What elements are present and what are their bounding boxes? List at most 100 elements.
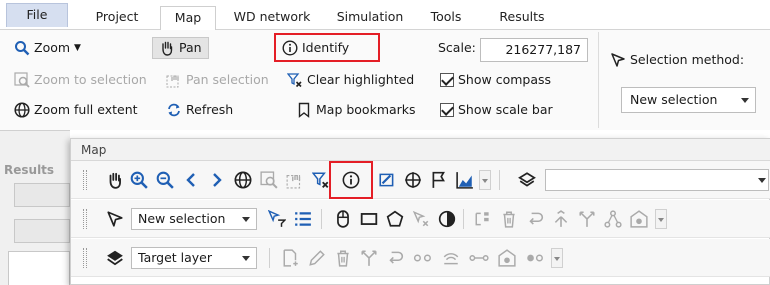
- toolbar-separator: [463, 209, 464, 229]
- flag-icon[interactable]: [429, 170, 449, 190]
- refresh-button[interactable]: Refresh: [166, 100, 233, 120]
- target-layer-value: Target layer: [138, 250, 213, 265]
- show-compass-label: Show compass: [458, 72, 552, 87]
- toolbar-overflow-button[interactable]: [551, 248, 563, 268]
- pan-selection-icon[interactable]: [285, 170, 305, 190]
- split-arrows-icon[interactable]: [577, 209, 597, 229]
- delete-icon[interactable]: [333, 248, 353, 268]
- hand-icon: [159, 40, 175, 56]
- bookmark-icon: [296, 102, 312, 118]
- zoom-label: Zoom: [34, 40, 71, 55]
- map-bookmarks-label: Map bookmarks: [316, 102, 416, 117]
- zoom-full-extent-button[interactable]: Zoom full extent: [14, 100, 138, 120]
- forward-icon[interactable]: [207, 170, 227, 190]
- results-panel-item[interactable]: [14, 219, 70, 243]
- pencil-icon[interactable]: [307, 248, 327, 268]
- tab-results[interactable]: Results: [486, 6, 558, 30]
- identify-highlight-box: [274, 33, 380, 62]
- globe-icon[interactable]: [233, 170, 253, 190]
- tank-icon[interactable]: [497, 248, 517, 268]
- zoom-to-selection-button[interactable]: Zoom to selection: [14, 70, 147, 90]
- toolbar-grip[interactable]: [83, 248, 87, 268]
- refresh-icon: [166, 102, 182, 118]
- results-panel-list[interactable]: [8, 251, 70, 285]
- zoom-full-extent-label: Zoom full extent: [34, 102, 138, 117]
- layer-dropdown[interactable]: [545, 169, 769, 191]
- toolbar-separator: [269, 248, 270, 268]
- selection-method-text: Selection method:: [630, 52, 745, 67]
- wifi-valve-icon[interactable]: [441, 248, 461, 268]
- selection-arrow-icon[interactable]: [105, 209, 125, 229]
- zoom-out-icon[interactable]: [155, 170, 175, 190]
- new-feature-icon[interactable]: [281, 248, 301, 268]
- zoom-button[interactable]: Zoom ▼: [14, 38, 81, 58]
- pipe-nodes-icon[interactable]: [413, 248, 433, 268]
- pan-selection-button[interactable]: Pan selection: [166, 70, 269, 90]
- edit-feature-icon[interactable]: [377, 170, 397, 190]
- mouse-icon[interactable]: [333, 209, 353, 229]
- split-arrows-icon[interactable]: [359, 248, 379, 268]
- network-nodes-icon[interactable]: [603, 209, 623, 229]
- map-bookmarks-button[interactable]: Map bookmarks: [296, 100, 416, 120]
- layers-filled-icon[interactable]: [105, 248, 125, 268]
- chevron-down-icon: ▼: [74, 43, 81, 53]
- clear-highlighted-button[interactable]: Clear highlighted: [286, 70, 415, 90]
- scale-input[interactable]: 216277,187: [480, 38, 588, 62]
- tab-simulation[interactable]: Simulation: [328, 6, 412, 30]
- checkbox-checked-icon: [440, 73, 454, 87]
- pan-label: Pan: [179, 40, 202, 55]
- pan-hand-icon[interactable]: [105, 170, 125, 190]
- chevron-down-icon: [242, 217, 250, 222]
- results-panel-item[interactable]: [14, 183, 70, 207]
- clear-highlighted-label: Clear highlighted: [307, 72, 415, 87]
- tab-wd-network[interactable]: WD network: [222, 6, 322, 30]
- ribbon-divider: [598, 32, 599, 128]
- pan-button[interactable]: Pan: [152, 37, 209, 59]
- rectangle-select-icon[interactable]: [359, 209, 379, 229]
- back-icon[interactable]: [181, 170, 201, 190]
- toolbar-overflow-button[interactable]: [479, 170, 491, 190]
- selection-method-dropdown[interactable]: New selection: [621, 87, 756, 113]
- tab-file[interactable]: File: [6, 3, 68, 27]
- tab-tools[interactable]: Tools: [416, 6, 476, 30]
- undo-icon[interactable]: [525, 209, 545, 229]
- globe-icon: [14, 102, 30, 118]
- ribbon-tab-bar: File Project Map WD network Simulation T…: [0, 0, 770, 31]
- toolbar-separator: [321, 209, 322, 229]
- clear-selection-icon[interactable]: [411, 209, 431, 229]
- clear-filter-icon: [286, 72, 303, 88]
- area-chart-icon[interactable]: [455, 170, 475, 190]
- tab-map[interactable]: Map: [160, 6, 216, 31]
- undo-icon[interactable]: [385, 248, 405, 268]
- show-compass-checkbox[interactable]: Show compass: [440, 70, 551, 90]
- selection-arrow-icon: [610, 52, 626, 68]
- tank-icon[interactable]: [629, 209, 649, 229]
- selection-table-icon[interactable]: [473, 209, 493, 229]
- clear-filter-icon[interactable]: [311, 170, 331, 190]
- zoom-in-icon[interactable]: [129, 170, 149, 190]
- selection-method-value: New selection: [630, 92, 718, 107]
- layers-icon[interactable]: [517, 170, 537, 190]
- link-icon[interactable]: [469, 248, 489, 268]
- chevron-down-icon: [741, 98, 749, 103]
- target-layer-dropdown[interactable]: Target layer: [131, 247, 257, 269]
- show-scale-bar-checkbox[interactable]: Show scale bar: [440, 100, 553, 120]
- network-cross-icon[interactable]: [403, 170, 423, 190]
- toolbar-grip[interactable]: [83, 209, 87, 229]
- magnifier-icon: [14, 40, 30, 56]
- zoom-selection-icon[interactable]: [259, 170, 279, 190]
- selection-filter-icon[interactable]: [267, 209, 287, 229]
- invert-selection-icon[interactable]: [437, 209, 457, 229]
- toolbar-overflow-button[interactable]: [655, 209, 667, 229]
- trace-upstream-icon[interactable]: [551, 209, 571, 229]
- map-toolbar-row-3: Target layer: [71, 239, 770, 277]
- selection-mode-dropdown[interactable]: New selection: [131, 208, 257, 230]
- selection-mode-value: New selection: [138, 211, 226, 226]
- polygon-select-icon[interactable]: [385, 209, 405, 229]
- tab-project[interactable]: Project: [82, 6, 152, 30]
- identify-tool-highlight-box: [329, 161, 373, 199]
- delete-icon[interactable]: [499, 209, 519, 229]
- list-icon[interactable]: [293, 209, 313, 229]
- node-dots-icon[interactable]: [525, 248, 545, 268]
- toolbar-grip[interactable]: [83, 170, 87, 190]
